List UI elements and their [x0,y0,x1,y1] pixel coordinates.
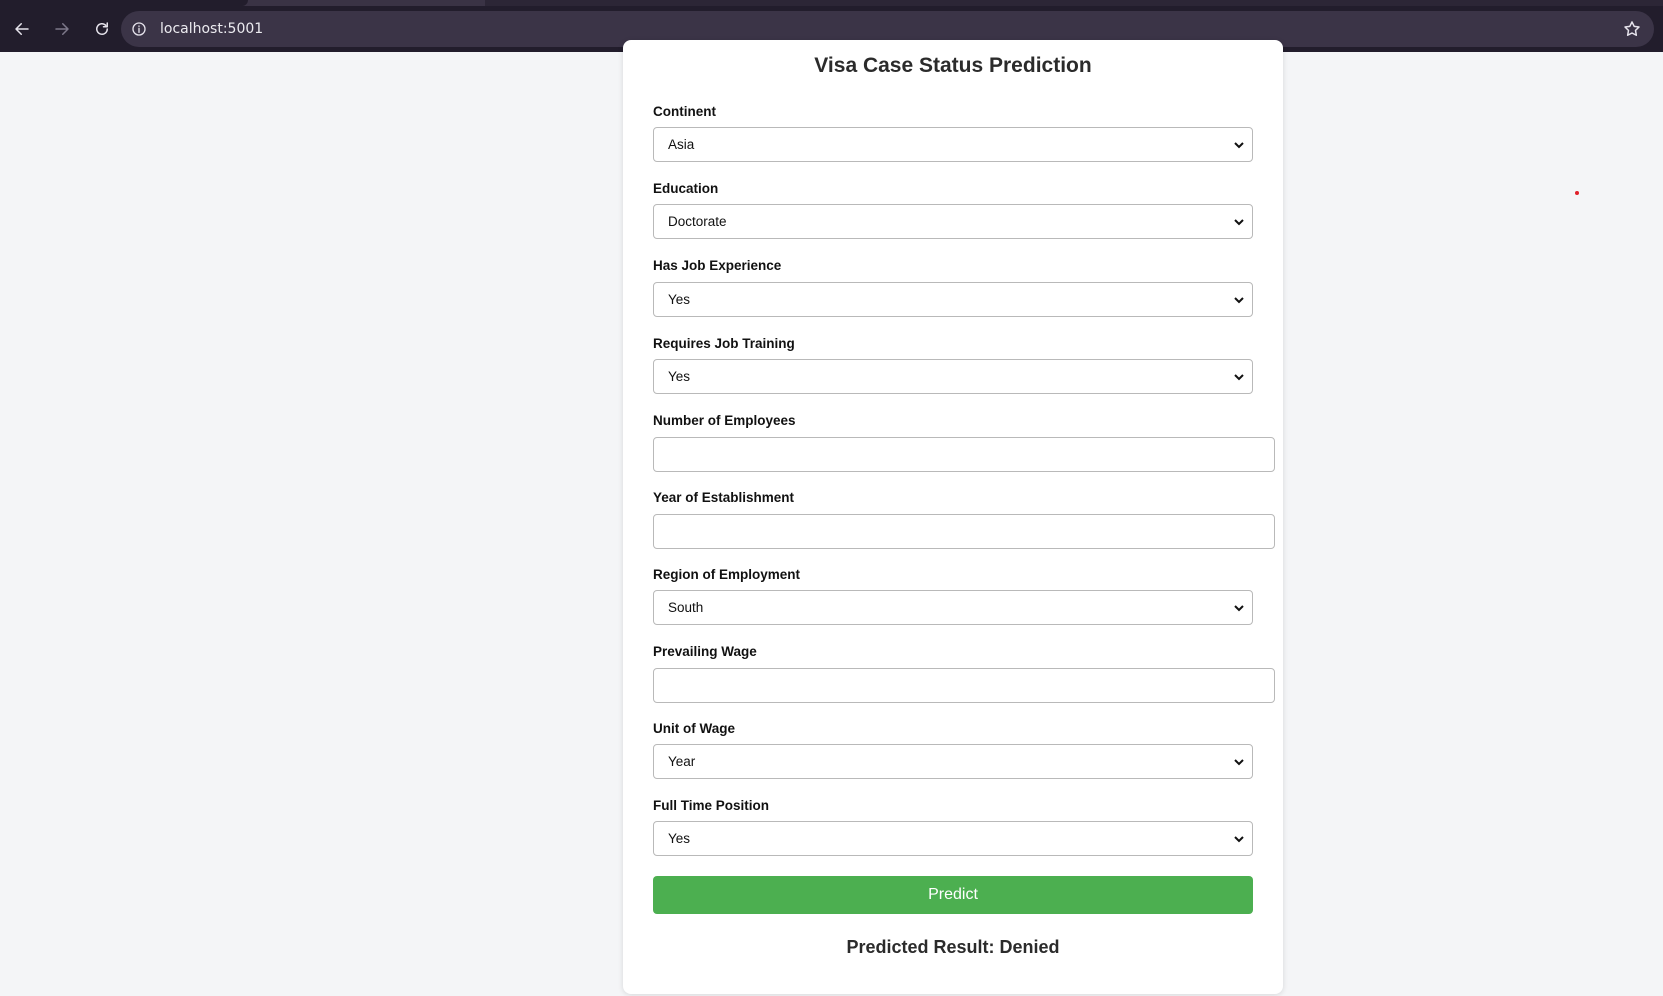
employees-label: Number of Employees [653,413,796,428]
prediction-result: Predicted Result: Denied [846,937,1060,957]
wage-unit-value: Year [668,754,696,769]
wage-unit-label: Unit of Wage [653,721,735,736]
reload-icon [96,22,108,35]
reload-button[interactable] [84,11,120,47]
chevron-down-icon [1234,605,1244,612]
predict-button[interactable]: Predict [653,876,1253,914]
chevron-down-icon [1234,759,1244,766]
continent-value: Asia [668,137,695,152]
region-select[interactable]: South [653,590,1253,625]
full-time-value: Yes [668,831,691,846]
back-button[interactable] [4,11,40,47]
continent-label: Continent [653,104,716,119]
wage-unit-select[interactable]: Year [653,744,1253,779]
establishment-year-label: Year of Establishment [653,490,795,505]
arrow-left-icon [15,23,29,35]
chevron-down-icon [1234,297,1244,304]
red-dot-marker [1575,191,1579,195]
wage-input[interactable] [653,668,1275,703]
job-training-label: Requires Job Training [653,336,795,351]
chevron-down-icon [1234,219,1244,226]
job-training-select[interactable]: Yes [653,359,1253,394]
wage-label: Prevailing Wage [653,644,757,659]
job-experience-label: Has Job Experience [653,258,782,273]
full-time-label: Full Time Position [653,798,770,813]
full-time-select[interactable]: Yes [653,821,1253,856]
chevron-down-icon [1234,142,1244,149]
bookmark-star-icon[interactable] [1622,19,1642,39]
education-label: Education [653,181,719,196]
employees-input[interactable] [653,437,1275,472]
arrow-right-icon [55,23,69,35]
forward-button[interactable] [44,11,80,47]
education-select[interactable]: Doctorate [653,204,1253,239]
job-experience-select[interactable]: Yes [653,282,1253,317]
job-training-value: Yes [668,369,691,384]
education-value: Doctorate [668,214,727,229]
job-experience-value: Yes [668,292,691,307]
prediction-form-card: Visa Case Status Prediction Continent As… [623,40,1283,994]
establishment-year-input[interactable] [653,514,1275,549]
page-title: Visa Case Status Prediction [814,54,1092,77]
chevron-down-icon [1234,374,1244,381]
continent-select[interactable]: Asia [653,127,1253,162]
chevron-down-icon [1234,836,1244,843]
site-info-icon[interactable] [130,20,148,38]
url-text[interactable]: localhost:5001 [160,21,263,37]
region-label: Region of Employment [653,567,801,582]
region-value: South [668,600,704,615]
